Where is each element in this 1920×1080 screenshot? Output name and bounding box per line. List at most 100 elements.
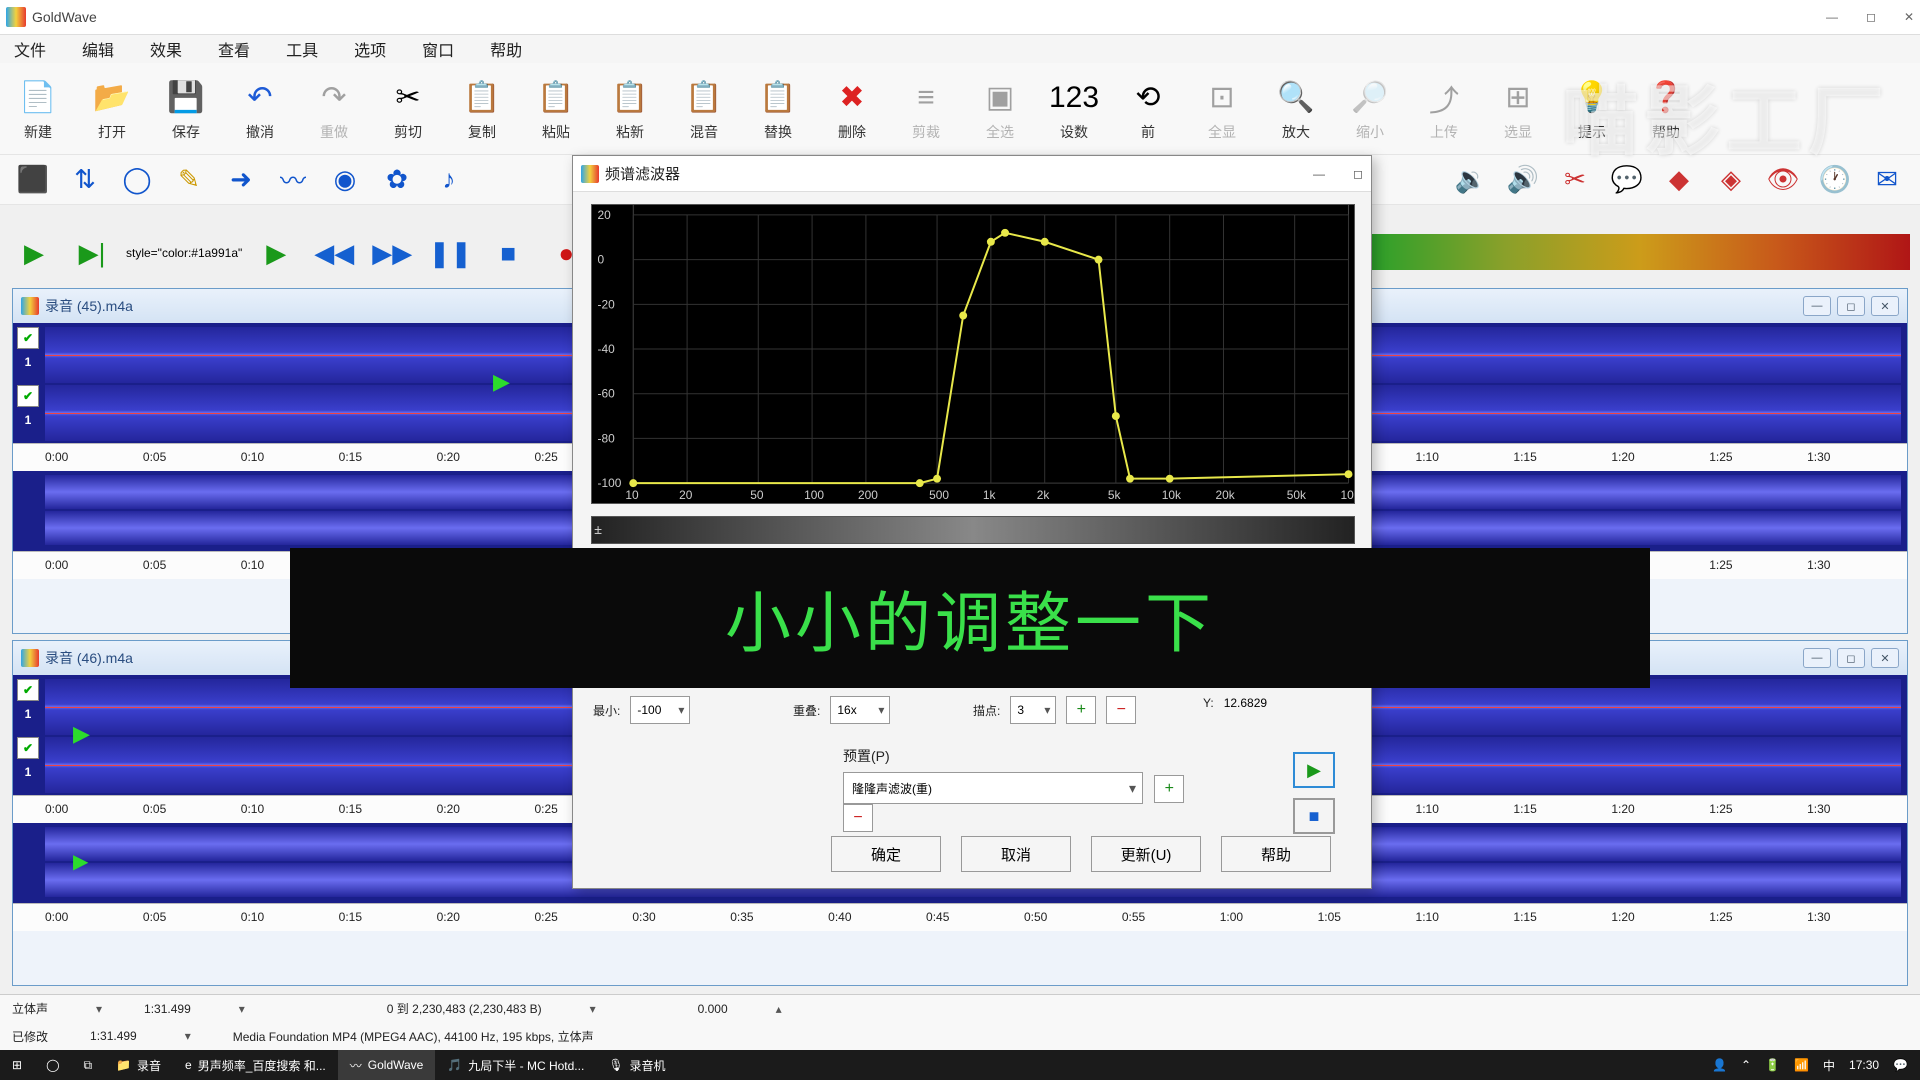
toolbar-copy-button[interactable]: 📋复制 <box>454 76 510 142</box>
taskview-button[interactable]: ⧉ <box>72 1050 105 1080</box>
pause-button[interactable]: ❚❚ <box>426 233 474 273</box>
stop-button[interactable]: ■ <box>484 233 532 273</box>
toolbar-upload-button[interactable]: ⤴上传 <box>1416 76 1472 142</box>
toolbar-delete-button[interactable]: ✖删除 <box>824 76 880 142</box>
circle-icon[interactable]: ◉ <box>322 159 368 201</box>
toolbar-mix-button[interactable]: 📋混音 <box>676 76 732 142</box>
toolbar-cut-button[interactable]: ✂剪切 <box>380 76 436 142</box>
toolbar-redo-button[interactable]: ↷重做 <box>306 76 362 142</box>
toolbar-view-all-button[interactable]: ⊡全显 <box>1194 76 1250 142</box>
remove-point-button[interactable]: − <box>1106 696 1136 724</box>
forward-button[interactable]: ▶▶ <box>368 233 416 273</box>
dialog-maximize-icon[interactable]: ◻ <box>1353 167 1363 181</box>
playhead-icon[interactable]: ▶ <box>73 849 88 874</box>
channel-right-checkbox[interactable]: ✔ <box>17 737 39 759</box>
vol-up-icon[interactable]: 🔊 <box>1500 159 1546 201</box>
minimize-icon[interactable]: — <box>1803 296 1831 316</box>
tray-battery-icon[interactable]: 🔋 <box>1765 1058 1780 1072</box>
minimize-icon[interactable]: — <box>1826 10 1838 24</box>
status-position[interactable]: 0.000 <box>698 1002 728 1016</box>
status-channels[interactable]: 立体声 <box>12 1000 48 1017</box>
update-button[interactable]: 更新(U) <box>1091 836 1201 872</box>
dialog-titlebar[interactable]: 频谱滤波器 — ◻ <box>573 156 1371 192</box>
vol-down-icon[interactable]: 🔉 <box>1448 159 1494 201</box>
help-button[interactable]: 帮助 <box>1221 836 1331 872</box>
play-button[interactable]: ▶ <box>10 233 58 273</box>
spectrum-graph[interactable]: 200-20-40-60-80-100 1020501002005001k2k5… <box>591 204 1355 504</box>
channel-left-checkbox[interactable]: ✔ <box>17 327 39 349</box>
stop-effect-icon[interactable]: ⬛ <box>10 159 56 201</box>
rewind-button[interactable]: ◀◀ <box>310 233 358 273</box>
taskbar-item-music[interactable]: 🎵九局下半 - MC Hotd... <box>435 1050 596 1080</box>
toolbar-open-button[interactable]: 📂打开 <box>84 76 140 142</box>
toolbar-set-count-button[interactable]: 123设数 <box>1046 76 1102 142</box>
preset-add-button[interactable]: + <box>1154 775 1184 803</box>
maximize-icon[interactable]: ◻ <box>1837 648 1865 668</box>
note-icon[interactable]: ♪ <box>426 159 472 201</box>
toolbar-save-button[interactable]: 💾保存 <box>158 76 214 142</box>
preview-play-button[interactable]: ▶ <box>1293 752 1335 788</box>
preset-select[interactable]: 隆隆声滤波(重) <box>843 772 1143 804</box>
loop-icon[interactable]: ◯ <box>114 159 160 201</box>
toolbar-new-button[interactable]: 📄新建 <box>10 76 66 142</box>
maximize-icon[interactable]: ◻ <box>1837 296 1865 316</box>
menu-tools[interactable]: 工具 <box>286 37 318 61</box>
play-selection-button[interactable]: ▶| <box>68 233 116 273</box>
channel-right-checkbox[interactable]: ✔ <box>17 385 39 407</box>
toolbar-paste-new-button[interactable]: 📋粘新 <box>602 76 658 142</box>
toolbar-select-all-button[interactable]: ▣全选 <box>972 76 1028 142</box>
toolbar-zoom-in-button[interactable]: 🔍放大 <box>1268 76 1324 142</box>
wave-icon[interactable]: 〰 <box>270 159 316 201</box>
taskbar-item-recorder[interactable]: 🎙录音机 <box>596 1050 677 1080</box>
eq-icon[interactable]: ⇅ <box>62 159 108 201</box>
toolbar-paste-button[interactable]: 📋粘贴 <box>528 76 584 142</box>
add-point-button[interactable]: + <box>1066 696 1096 724</box>
menu-file[interactable]: 文件 <box>14 37 46 61</box>
toolbar-zoom-out-button[interactable]: 🔎缩小 <box>1342 76 1398 142</box>
status-length2[interactable]: 1:31.499 <box>90 1029 137 1043</box>
status-length[interactable]: 1:31.499 <box>144 1002 191 1016</box>
cancel-button[interactable]: 取消 <box>961 836 1071 872</box>
search-button[interactable]: ◯ <box>34 1050 71 1080</box>
play-loop-button[interactable]: ▶ <box>252 233 300 273</box>
arrow-icon[interactable]: ➜ <box>218 159 264 201</box>
close-icon[interactable]: ✕ <box>1904 10 1914 24</box>
playhead-icon[interactable]: ▶ <box>493 369 510 395</box>
points-combo[interactable]: 3 <box>1010 696 1056 724</box>
menu-help[interactable]: 帮助 <box>490 37 522 61</box>
tray-people-icon[interactable]: 👤 <box>1712 1058 1727 1072</box>
toolbar-replace-button[interactable]: 📋替换 <box>750 76 806 142</box>
menu-options[interactable]: 选项 <box>354 37 386 61</box>
tray-notifications-icon[interactable]: 💬 <box>1893 1058 1908 1072</box>
preview-stop-button[interactable]: ■ <box>1293 798 1335 834</box>
preset-remove-button[interactable]: − <box>843 804 873 832</box>
tray-clock[interactable]: 17:30 <box>1849 1058 1879 1072</box>
ok-.button[interactable]: 确定 <box>831 836 941 872</box>
menu-view[interactable]: 查看 <box>218 37 250 61</box>
tray-wifi-icon[interactable]: 📶 <box>1794 1058 1809 1072</box>
taskbar-item-folder[interactable]: 📁录音 <box>104 1050 173 1080</box>
close-icon[interactable]: ✕ <box>1871 648 1899 668</box>
toolbar-undo-button[interactable]: ↶撤消 <box>232 76 288 142</box>
menu-edit[interactable]: 编辑 <box>82 37 114 61</box>
close-icon[interactable]: ✕ <box>1871 296 1899 316</box>
toolbar-trim-button[interactable]: ≡剪裁 <box>898 76 954 142</box>
maximize-icon[interactable]: ◻ <box>1866 10 1876 24</box>
toolbar-previous-button[interactable]: ⟲前 <box>1120 76 1176 142</box>
tray-ime[interactable]: 中 <box>1823 1057 1835 1074</box>
start-button[interactable]: ⊞ <box>0 1050 34 1080</box>
toolbar-select-view-button[interactable]: ⊞选显 <box>1490 76 1546 142</box>
edit-icon[interactable]: ✎ <box>166 159 212 201</box>
min-combo[interactable]: -100 <box>630 696 690 724</box>
dialog-minimize-icon[interactable]: — <box>1313 167 1325 181</box>
channel-left-checkbox[interactable]: ✔ <box>17 679 39 701</box>
graph-minimap[interactable]: + − <box>591 516 1355 544</box>
overlap-combo[interactable]: 16x <box>830 696 890 724</box>
overview-ruler[interactable]: 0:000:050:100:150:200:250:300:350:400:45… <box>13 903 1907 931</box>
gear-icon[interactable]: ✿ <box>374 159 420 201</box>
playhead-icon[interactable]: ▶ <box>73 721 90 747</box>
menu-effect[interactable]: 效果 <box>150 37 182 61</box>
tray-up-icon[interactable]: ⌃ <box>1741 1058 1751 1072</box>
taskbar-item-goldwave[interactable]: 〰GoldWave <box>338 1050 436 1080</box>
status-range[interactable]: 0 到 2,230,483 (2,230,483 B) <box>387 1000 542 1017</box>
